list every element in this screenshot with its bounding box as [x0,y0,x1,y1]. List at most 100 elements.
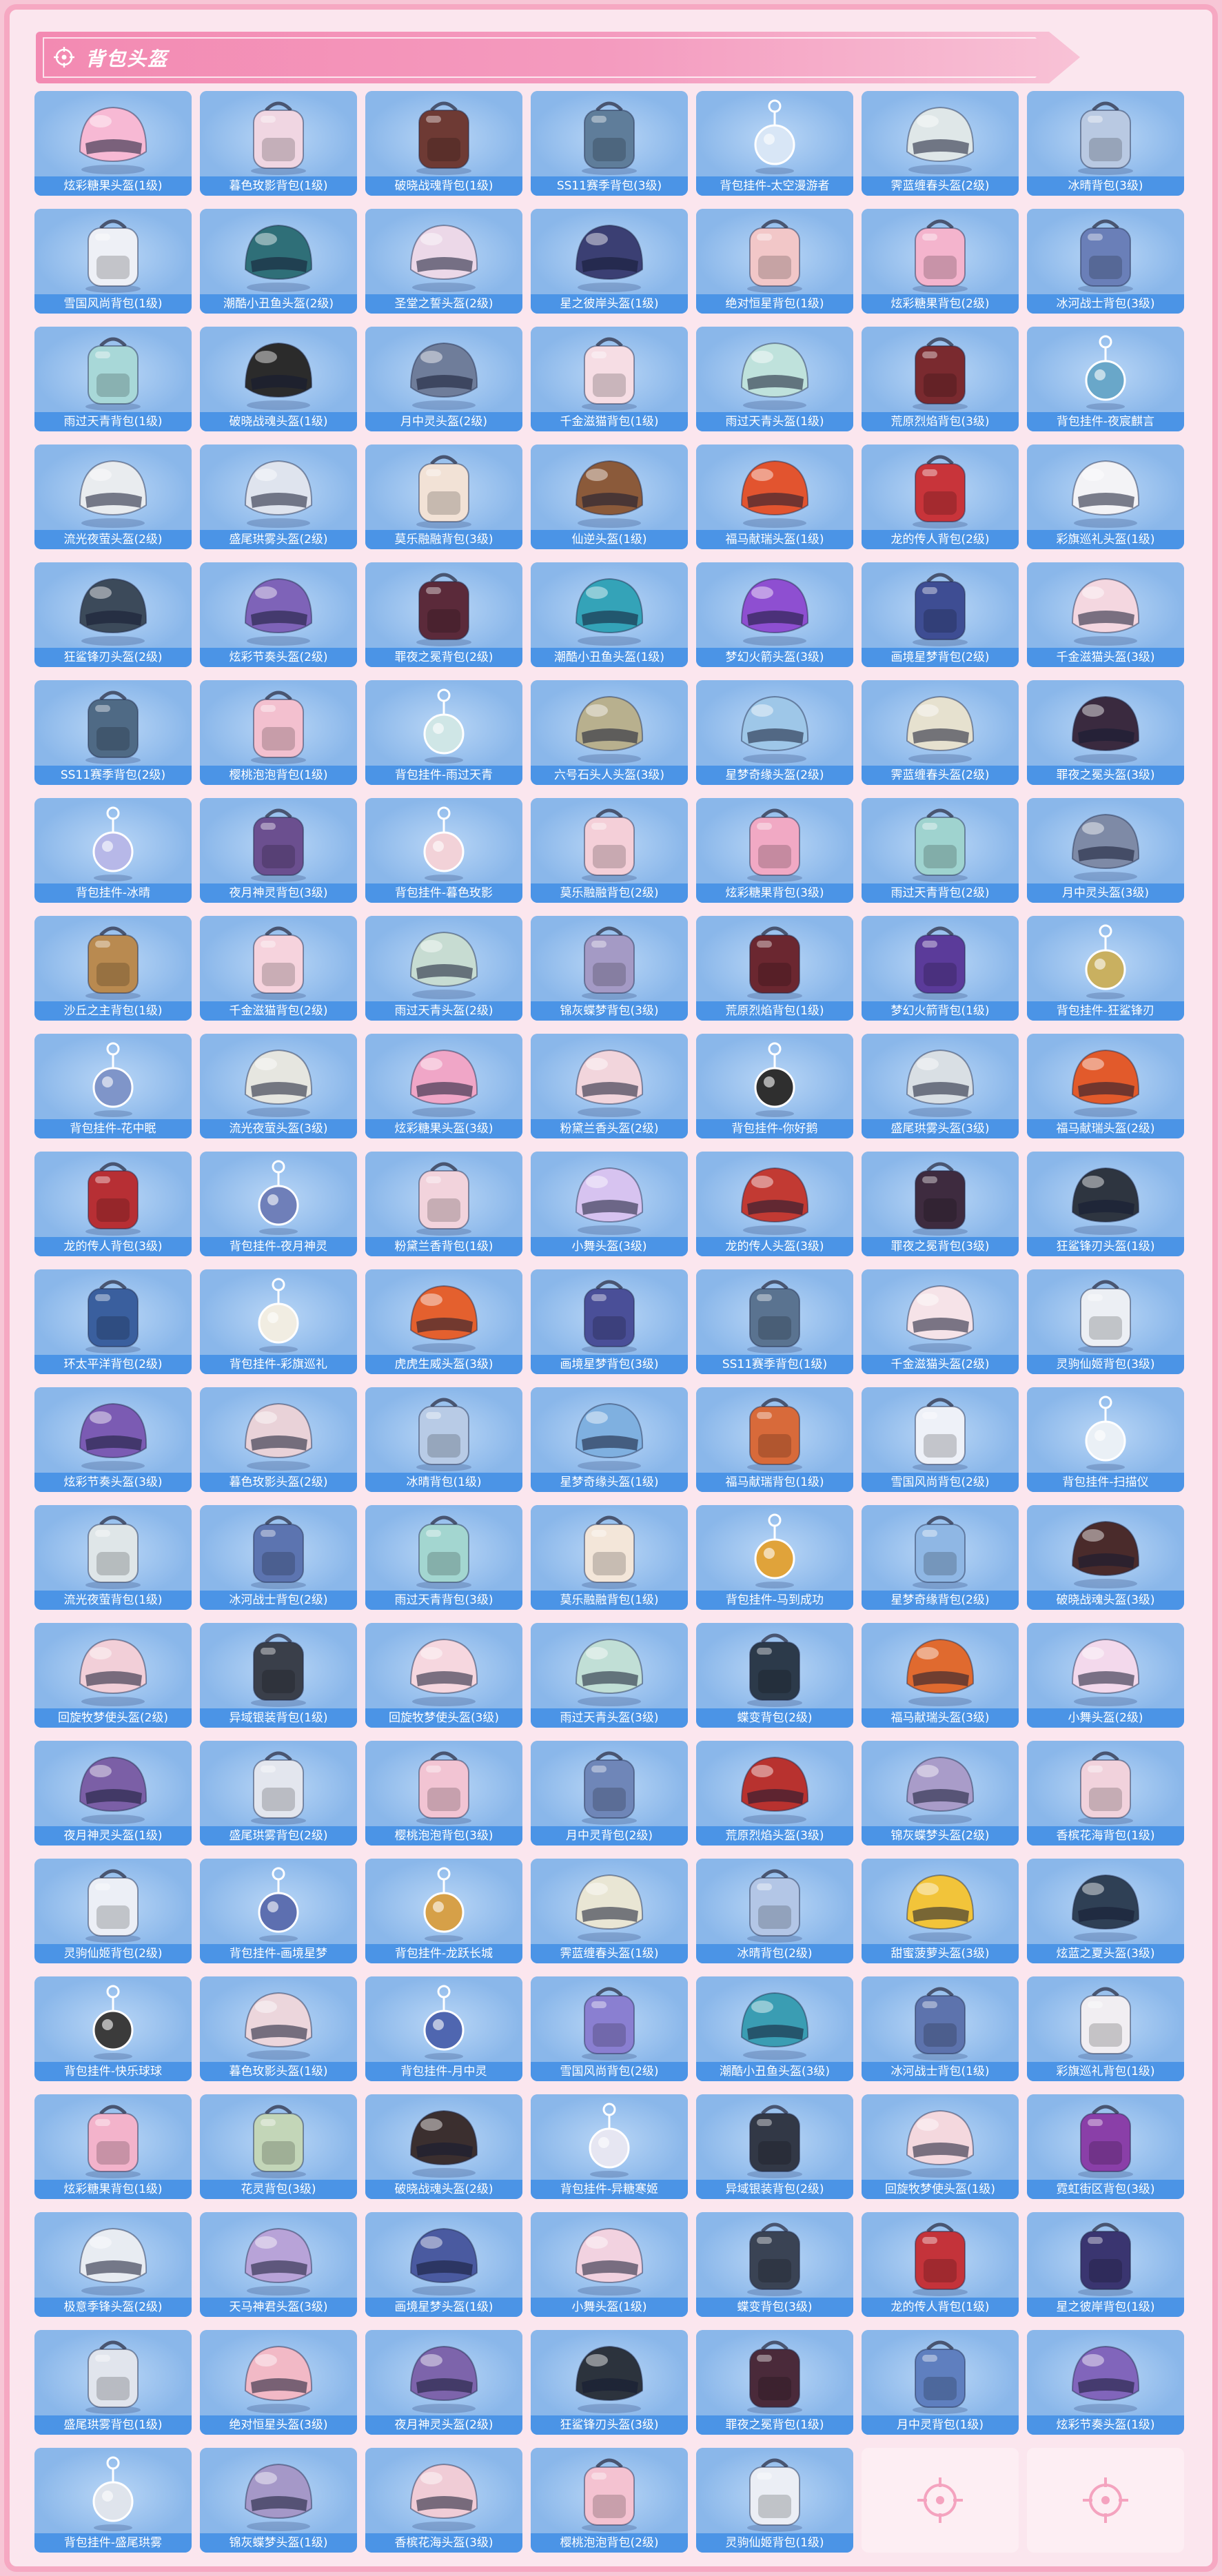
item-cell[interactable]: 龙的传人头盔(3级) [696,1152,853,1256]
item-cell[interactable]: 罪夜之冕背包(1级) [696,2330,853,2435]
item-cell[interactable]: 潮酷小丑鱼头盔(2级) [200,209,357,314]
item-cell[interactable]: 雨过天青头盔(2级) [365,916,522,1021]
item-cell[interactable]: 雪国风尚背包(2级) [862,1387,1019,1492]
item-cell[interactable]: 暮色玫影头盔(2级) [200,1387,357,1492]
item-cell[interactable]: 盛尾珙雾头盔(3级) [862,1034,1019,1138]
item-cell[interactable]: 背包挂件-花中眠 [34,1034,192,1138]
item-cell[interactable]: 小舞头盔(2级) [1027,1623,1184,1728]
item-cell[interactable]: 锦灰蝶梦头盔(2级) [862,1741,1019,1846]
item-cell[interactable]: 粉黛兰香头盔(2级) [531,1034,688,1138]
item-cell[interactable]: 仙逆头盔(1级) [531,444,688,549]
item-cell[interactable]: 回旋牧梦使头盔(2级) [34,1623,192,1728]
item-cell[interactable]: 香槟花海头盔(3级) [365,2448,522,2553]
item-cell[interactable]: 流光夜萤头盔(3级) [200,1034,357,1138]
item-cell[interactable]: 背包挂件-彩旗巡礼 [200,1269,357,1374]
item-cell[interactable]: 星梦奇缘头盔(1级) [531,1387,688,1492]
item-cell[interactable]: 梦幻火箭头盔(3级) [696,562,853,667]
item-cell[interactable]: 莫乐融融背包(3级) [365,444,522,549]
item-cell[interactable]: 六号石头人头盔(3级) [531,680,688,785]
item-cell[interactable]: 狂鲨锋刃头盔(3级) [531,2330,688,2435]
item-cell[interactable]: 狂鲨锋刃头盔(1级) [1027,1152,1184,1256]
item-cell[interactable]: 龙的传人背包(1级) [862,2212,1019,2317]
item-cell[interactable]: 月中灵头盔(3级) [1027,798,1184,903]
item-cell[interactable]: 背包挂件-画境星梦 [200,1859,357,1963]
item-cell[interactable]: 回旋牧梦使头盔(3级) [365,1623,522,1728]
item-cell[interactable]: 灵驹仙姬背包(1级) [696,2448,853,2553]
item-cell[interactable]: 冰河战士背包(3级) [1027,209,1184,314]
item-cell[interactable]: 背包挂件-狂鲨锋刃 [1027,916,1184,1021]
item-cell[interactable]: 月中灵背包(2级) [531,1741,688,1846]
item-cell[interactable]: 沙丘之主背包(1级) [34,916,192,1021]
item-cell[interactable]: 破晓战魂背包(1级) [365,91,522,196]
item-cell[interactable]: 破晓战魂头盔(1级) [200,327,357,431]
item-cell[interactable]: 背包挂件-夜月神灵 [200,1152,357,1256]
item-cell[interactable]: 暮色玫影背包(1级) [200,91,357,196]
item-cell[interactable]: 香槟花海背包(1级) [1027,1741,1184,1846]
item-cell[interactable]: 冰河战士背包(2级) [200,1505,357,1610]
item-cell[interactable]: 粉黛兰香背包(1级) [365,1152,522,1256]
item-cell[interactable]: 异域银装背包(2级) [696,2094,853,2199]
item-cell[interactable]: SS11赛季背包(1级) [696,1269,853,1374]
item-cell[interactable]: 星梦奇缘背包(2级) [862,1505,1019,1610]
item-cell[interactable]: 背包挂件-异糖寒姬 [531,2094,688,2199]
item-cell[interactable]: 背包挂件-冰晴 [34,798,192,903]
item-cell[interactable]: 霁蓝缠春头盔(2级) [862,680,1019,785]
item-cell[interactable]: 星梦奇缘头盔(2级) [696,680,853,785]
item-cell[interactable]: 小舞头盔(1级) [531,2212,688,2317]
item-cell[interactable]: 蝶变背包(3级) [696,2212,853,2317]
item-cell[interactable]: 雪国风尚背包(1级) [34,209,192,314]
item-cell[interactable]: 背包挂件-你好鹅 [696,1034,853,1138]
item-cell[interactable]: 炫彩糖果背包(3级) [696,798,853,903]
item-cell[interactable]: 霁蓝缠春头盔(2级) [862,91,1019,196]
item-cell[interactable]: 彩旗巡礼头盔(1级) [1027,444,1184,549]
item-cell[interactable]: 月中灵头盔(2级) [365,327,522,431]
item-cell[interactable]: 盛尾珙雾背包(2级) [200,1741,357,1846]
item-cell[interactable]: 画境星梦背包(3级) [531,1269,688,1374]
item-cell[interactable]: 罪夜之冕背包(3级) [862,1152,1019,1256]
item-cell[interactable]: 炫彩糖果头盔(1级) [34,91,192,196]
item-cell[interactable]: 千金滋猫背包(1级) [531,327,688,431]
item-cell[interactable]: 绝对恒星头盔(3级) [200,2330,357,2435]
item-cell[interactable]: 莫乐融融背包(2级) [531,798,688,903]
item-cell[interactable]: 背包挂件-马到成功 [696,1505,853,1610]
item-cell[interactable]: 盛尾珙雾头盔(2级) [200,444,357,549]
item-cell[interactable]: 画境星梦头盔(1级) [365,2212,522,2317]
item-cell[interactable]: 雨过天青背包(2级) [862,798,1019,903]
item-cell[interactable]: 莫乐融融背包(1级) [531,1505,688,1610]
item-cell[interactable]: 福马献瑞头盔(2级) [1027,1034,1184,1138]
item-cell[interactable]: 破晓战魂头盔(3级) [1027,1505,1184,1610]
item-cell[interactable]: 潮酷小丑鱼头盔(3级) [696,1976,853,2081]
item-cell[interactable]: 福马献瑞背包(1级) [696,1387,853,1492]
item-cell[interactable]: 灵驹仙姬背包(3级) [1027,1269,1184,1374]
item-cell[interactable]: 背包挂件-月中灵 [365,1976,522,2081]
item-cell[interactable]: 星之彼岸头盔(1级) [531,209,688,314]
item-cell[interactable]: 锦灰蝶梦背包(3级) [531,916,688,1021]
item-cell[interactable]: 背包挂件-太空漫游者 [696,91,853,196]
item-cell[interactable]: 梦幻火箭背包(1级) [862,916,1019,1021]
item-cell[interactable]: 冰晴背包(1级) [365,1387,522,1492]
item-cell[interactable]: 环太平洋背包(2级) [34,1269,192,1374]
item-cell[interactable]: 夜月神灵背包(3级) [200,798,357,903]
item-cell[interactable]: 炫彩节奏头盔(1级) [1027,2330,1184,2435]
item-cell[interactable]: 樱桃泡泡背包(3级) [365,1741,522,1846]
item-cell[interactable]: 天马神君头盔(3级) [200,2212,357,2317]
item-cell[interactable]: 月中灵背包(1级) [862,2330,1019,2435]
item-cell[interactable]: 炫彩糖果头盔(3级) [365,1034,522,1138]
item-cell[interactable]: 冰晴背包(2级) [696,1859,853,1963]
item-cell[interactable]: 锦灰蝶梦头盔(1级) [200,2448,357,2553]
item-cell[interactable]: 背包挂件-盛尾珙雾 [34,2448,192,2553]
item-cell[interactable]: 背包挂件-夜宸麒言 [1027,327,1184,431]
item-cell[interactable]: 回旋牧梦使头盔(1级) [862,2094,1019,2199]
item-cell[interactable]: SS11赛季背包(3级) [531,91,688,196]
item-cell[interactable]: 冰河战士背包(1级) [862,1976,1019,2081]
item-cell[interactable]: SS11赛季背包(2级) [34,680,192,785]
item-cell[interactable]: 荒原烈焰背包(3级) [862,327,1019,431]
item-cell[interactable]: 千金滋猫背包(2级) [200,916,357,1021]
item-cell[interactable]: 龙的传人背包(2级) [862,444,1019,549]
item-cell[interactable]: 流光夜萤头盔(2级) [34,444,192,549]
item-cell[interactable]: 异域银装背包(1级) [200,1623,357,1728]
item-cell[interactable]: 炫彩节奏头盔(3级) [34,1387,192,1492]
item-cell[interactable]: 冰晴背包(3级) [1027,91,1184,196]
item-cell[interactable]: 夜月神灵头盔(2级) [365,2330,522,2435]
item-cell[interactable]: 炫蓝之夏头盔(3级) [1027,1859,1184,1963]
